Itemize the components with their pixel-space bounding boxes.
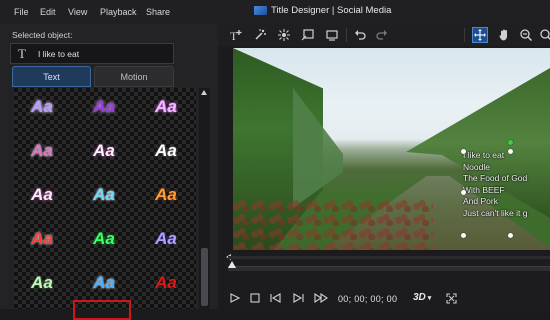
fullscreen-icon[interactable] — [446, 293, 457, 307]
hand-pan-icon[interactable] — [496, 27, 512, 43]
selected-object-field[interactable]: T I like to eat — [10, 43, 174, 64]
preset-violet[interactable]: Aa — [76, 88, 132, 126]
tab-motion[interactable]: Motion — [94, 66, 174, 87]
title-line: I like to eat — [463, 150, 505, 160]
resize-handle-left[interactable] — [461, 190, 466, 195]
zoom-in-icon[interactable] — [538, 27, 550, 43]
menu-share[interactable]: Share — [146, 7, 170, 17]
title-text-object[interactable]: I like to eat Noodle The Food of God Wit… — [463, 150, 550, 236]
fallen-leaves — [233, 198, 433, 250]
playhead-icon[interactable] — [228, 261, 236, 268]
3d-mode-button[interactable]: 3D ▾ — [413, 292, 431, 303]
preset-magenta[interactable]: Aa — [14, 132, 70, 170]
preset-cyan[interactable]: Aa — [76, 176, 132, 214]
play-icon[interactable] — [230, 293, 241, 306]
move-select-icon[interactable] — [472, 27, 488, 43]
preset-pale-green[interactable]: Aa — [14, 264, 70, 302]
preset-white-magenta[interactable]: Aa — [14, 176, 70, 214]
chevron-down-icon: ▾ — [427, 295, 432, 302]
title-line: Just can't like it g — [463, 207, 528, 218]
menu-view[interactable]: View — [68, 7, 87, 17]
tab-text[interactable]: Text — [12, 66, 91, 87]
preset-purple-glow[interactable]: Aa — [14, 88, 70, 126]
preset-orange[interactable]: Aa — [138, 176, 194, 214]
insert-particle-icon[interactable] — [252, 27, 268, 43]
previous-frame-icon[interactable] — [270, 293, 282, 306]
insert-image-icon[interactable] — [300, 27, 316, 43]
resize-handle-top-left[interactable] — [461, 149, 466, 154]
undo-icon[interactable] — [352, 27, 368, 43]
window-title-text: Title Designer | Social Media — [271, 5, 392, 16]
next-frame-icon[interactable] — [292, 293, 304, 306]
selected-object-label: Selected object: — [12, 30, 73, 40]
app-logo-icon — [254, 6, 267, 15]
preset-lavender[interactable]: Aa — [138, 220, 194, 258]
3d-mode-label: 3D — [413, 292, 426, 303]
menu-edit[interactable]: Edit — [40, 7, 56, 17]
window-title: Title Designer | Social Media — [254, 5, 391, 16]
fast-forward-icon[interactable] — [314, 292, 328, 306]
redo-icon[interactable] — [374, 27, 390, 43]
text-type-icon: T — [18, 46, 26, 61]
resize-handle-top[interactable] — [508, 149, 513, 154]
timecode-display: 00; 00; 00; 00 — [338, 294, 398, 304]
title-line: The Food of God — [463, 173, 528, 183]
zoom-out-icon[interactable] — [518, 27, 534, 43]
preset-white[interactable]: Aa — [138, 132, 194, 170]
selected-object-value: I like to eat — [38, 49, 80, 59]
title-line: Noodle — [463, 161, 490, 172]
svg-text:T: T — [230, 29, 238, 42]
resize-handle-bottom[interactable] — [508, 233, 513, 238]
text-preset-grid: Aa Aa Aa Aa Aa Aa Aa Aa Aa Aa Aa Aa Aa A… — [14, 88, 196, 309]
insert-text-icon[interactable]: T — [228, 27, 244, 43]
menu-file[interactable]: File — [14, 7, 29, 17]
scroll-thumb[interactable] — [201, 248, 208, 306]
title-line: And Pork — [463, 196, 498, 206]
preset-pink-glow[interactable]: Aa — [138, 88, 194, 126]
rotate-handle[interactable] — [508, 140, 513, 145]
timeline-scrubber[interactable] — [218, 252, 550, 272]
preset-scrollbar[interactable] — [199, 88, 210, 309]
particle-effect-icon[interactable] — [276, 27, 292, 43]
preset-red-white[interactable]: Aa — [14, 220, 70, 258]
playback-controls: 00; 00; 00; 00 3D ▾ — [218, 290, 550, 309]
preset-green-glow[interactable]: Aa — [76, 220, 132, 258]
menu-playback[interactable]: Playback — [100, 7, 137, 17]
stop-icon[interactable] — [250, 293, 260, 306]
title-line: With BEEF — [463, 184, 505, 195]
selected-preset-cell[interactable] — [73, 300, 131, 320]
menu-bar: File Edit View Playback Share Title Desi… — [0, 0, 550, 25]
timeline-track-upper — [228, 256, 550, 259]
preset-dark-red[interactable]: Aa — [138, 264, 194, 302]
preset-blue[interactable]: Aa — [76, 264, 132, 302]
designer-toolbar: T — [218, 24, 550, 46]
scroll-up-arrow-icon[interactable] — [201, 90, 207, 95]
timeline-spacer — [218, 272, 550, 290]
preset-white-pink[interactable]: Aa — [76, 132, 132, 170]
resize-handle-bottom-left[interactable] — [461, 233, 466, 238]
timeline-track[interactable] — [228, 266, 550, 271]
insert-background-icon[interactable] — [324, 27, 340, 43]
left-panel: Selected object: T I like to eat Text Mo… — [0, 24, 218, 320]
